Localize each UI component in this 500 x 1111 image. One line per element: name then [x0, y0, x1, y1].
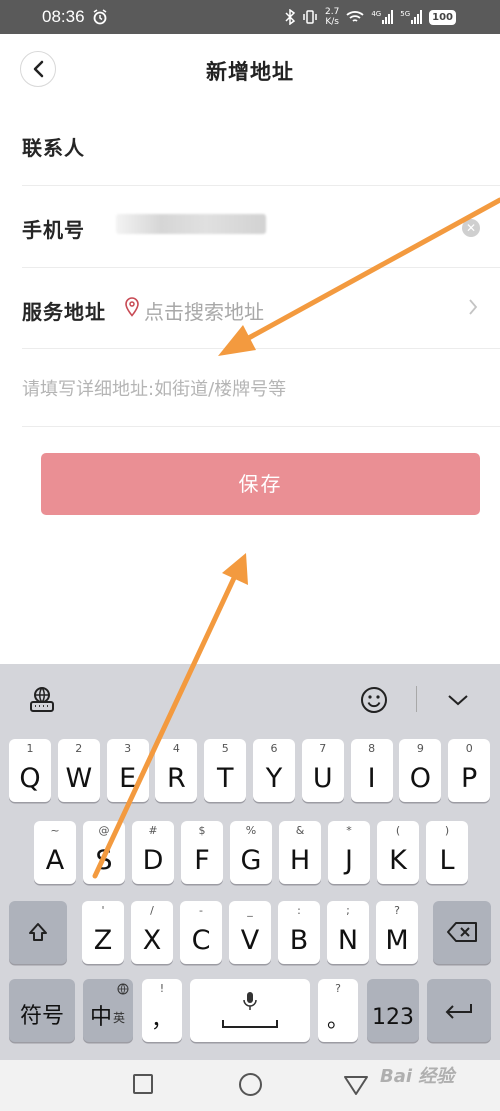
symbols-key[interactable]: 符号	[9, 979, 75, 1042]
shift-key[interactable]	[9, 901, 67, 964]
backspace-icon	[447, 922, 477, 942]
microphone-icon	[243, 992, 257, 1010]
enter-icon	[445, 1004, 472, 1019]
enter-key[interactable]	[427, 979, 491, 1042]
wifi-icon	[346, 11, 364, 22]
key-t[interactable]: 5T	[204, 739, 247, 802]
signal-bars-icon	[411, 10, 423, 24]
keyboard-settings-icon[interactable]	[28, 685, 56, 713]
address-label: 服务地址	[22, 300, 106, 324]
detail-address-input[interactable]: 请填写详细地址:如街道/楼牌号等	[22, 375, 286, 401]
key-q[interactable]: 1Q	[9, 739, 51, 802]
signal-1: 4G	[371, 10, 394, 24]
page-title: 新增地址	[206, 60, 294, 84]
clock: 08:36	[42, 7, 85, 26]
period-key[interactable]: ? 。	[318, 979, 358, 1042]
bluetooth-icon	[285, 9, 296, 25]
key-b[interactable]: :B	[278, 901, 320, 964]
contact-row[interactable]: 联系人	[22, 104, 500, 186]
key-m[interactable]: ? M	[376, 901, 418, 964]
key-u[interactable]: 7U	[301, 739, 344, 802]
location-pin-icon	[125, 297, 139, 317]
key-n[interactable]: ; N	[327, 901, 369, 964]
vibrate-icon	[303, 10, 317, 24]
recents-button[interactable]	[133, 1074, 153, 1094]
clear-icon[interactable]: ✕	[462, 219, 480, 237]
key-r[interactable]: 4R	[155, 739, 198, 802]
key-f[interactable]: $ F	[181, 821, 223, 884]
collapse-keyboard-icon[interactable]	[447, 694, 469, 706]
contact-label: 联系人	[22, 136, 85, 160]
address-row[interactable]: 服务地址 点击搜索地址	[22, 268, 500, 349]
key-x[interactable]: / X	[131, 901, 173, 964]
alarm-icon	[93, 9, 107, 25]
save-button[interactable]: 保存	[41, 453, 480, 515]
phone-row[interactable]: 手机号 ✕	[22, 186, 500, 268]
signal-bars-icon	[382, 10, 394, 24]
key-w[interactable]: 2W	[57, 739, 100, 802]
back-triangle-icon[interactable]	[343, 1074, 369, 1096]
phone-label: 手机号	[22, 218, 85, 242]
comma-key[interactable]: ! ，	[142, 979, 182, 1042]
home-button[interactable]	[239, 1073, 262, 1096]
status-bar: 08:36 2.7 K/s 4G 5G 100	[0, 0, 500, 34]
key-i[interactable]: 8I	[350, 739, 393, 802]
soft-keyboard: 1Q2W3E4R5T6Y7U8I9O0P ~ A @ S # D $ F% G & H * J(K) L …	[0, 664, 500, 1060]
chevron-right-icon	[469, 299, 478, 315]
language-switch-key[interactable]: 中 英	[83, 979, 133, 1042]
key-h[interactable]: & H	[279, 821, 321, 884]
key-j[interactable]: * J	[328, 821, 370, 884]
network-speed: 2.7 K/s	[325, 7, 340, 27]
key-e[interactable]: 3E	[106, 739, 149, 802]
globe-icon	[117, 983, 129, 995]
address-search-placeholder[interactable]: 点击搜索地址	[144, 296, 264, 325]
emoji-icon[interactable]	[360, 686, 388, 714]
page-header: 新增地址	[0, 34, 500, 104]
key-v[interactable]: _ V	[229, 901, 271, 964]
battery-indicator: 100	[429, 9, 456, 25]
backspace-key[interactable]	[433, 901, 491, 964]
phone-field-value-redacted[interactable]	[116, 214, 266, 234]
key-a[interactable]: ~ A	[34, 821, 76, 884]
key-o[interactable]: 9O	[399, 739, 442, 802]
numbers-key[interactable]: 123	[367, 979, 419, 1042]
key-d[interactable]: # D	[132, 821, 174, 884]
key-l[interactable]: ) L	[426, 821, 468, 884]
keyboard-toolbar	[0, 664, 500, 728]
key-k[interactable]: (K	[377, 821, 419, 884]
watermark: Bai 经验	[380, 1066, 455, 1087]
key-p[interactable]: 0P	[448, 739, 491, 802]
key-y[interactable]: 6Y	[253, 739, 295, 802]
space-bar-icon	[222, 1020, 278, 1028]
detail-address-row[interactable]: 请填写详细地址:如街道/楼牌号等	[22, 349, 500, 427]
key-c[interactable]: -C	[180, 901, 222, 964]
key-s[interactable]: @ S	[83, 821, 125, 884]
shift-icon	[29, 923, 47, 941]
toolbar-divider	[416, 686, 417, 712]
signal-2: 5G	[400, 10, 423, 24]
space-key[interactable]	[190, 979, 310, 1042]
key-z[interactable]: ' Z	[82, 901, 124, 964]
key-g[interactable]: % G	[230, 821, 272, 884]
